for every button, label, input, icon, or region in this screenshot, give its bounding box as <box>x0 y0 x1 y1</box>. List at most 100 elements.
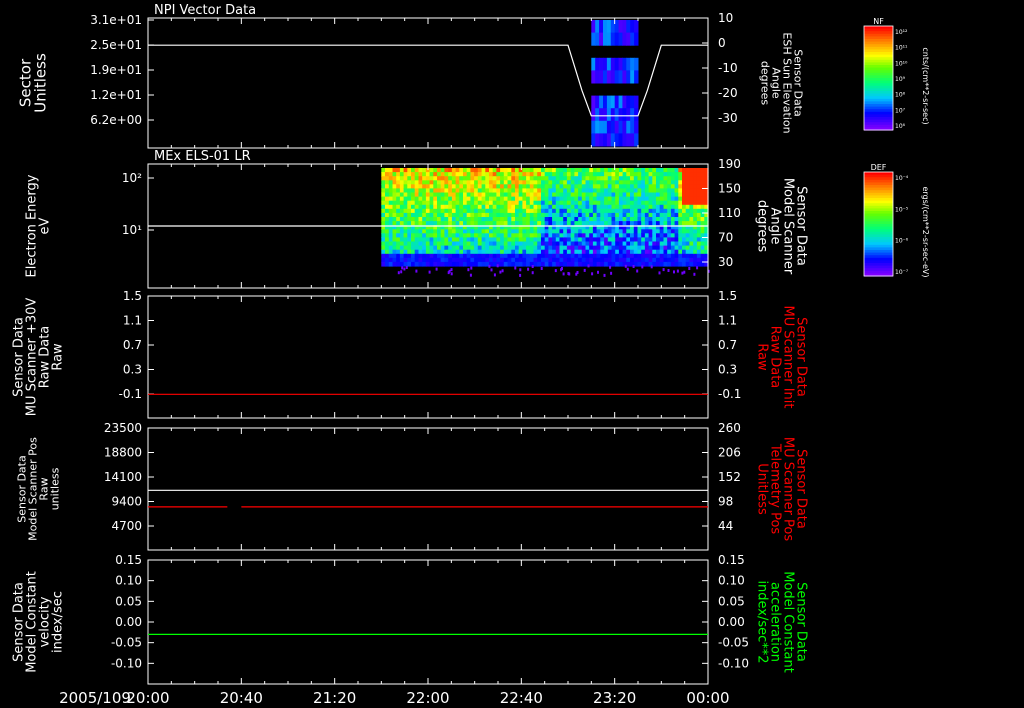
spectrogram-cell <box>422 217 427 222</box>
spectrogram-cell <box>585 192 590 198</box>
y-tick-label-right: 206 <box>718 446 741 460</box>
spectrogram-cell <box>604 200 609 206</box>
spectrogram-cell <box>674 237 679 243</box>
spectrogram-cell <box>566 233 572 238</box>
spectrogram-cell <box>678 237 683 243</box>
spectrogram-cell <box>544 188 549 194</box>
spectrogram-cell <box>696 245 702 251</box>
spectrogram-cell <box>563 200 568 206</box>
spectrogram-cell <box>437 253 442 259</box>
spectrogram-cell <box>592 241 598 247</box>
spectrogram-cell <box>696 200 702 206</box>
spectrogram-cell <box>652 200 657 206</box>
spectrogram-cell <box>526 204 531 210</box>
spectrogram-cell <box>385 261 390 267</box>
spectrogram-cell <box>407 241 412 247</box>
spectrogram-cell <box>570 184 575 189</box>
spectrogram-cell <box>570 176 575 181</box>
spectrogram-cell <box>667 172 672 177</box>
spectrogram-cell <box>566 180 572 185</box>
spectrogram-cell <box>526 257 531 263</box>
spectrogram-cell <box>648 200 653 206</box>
spectrogram-cell <box>682 249 687 255</box>
spectrogram-cell <box>622 57 627 71</box>
spectrogram-cell <box>433 241 438 247</box>
spectrogram-cell <box>548 176 553 181</box>
spectrogram-cell <box>544 168 549 173</box>
spectrogram-cell <box>489 249 494 255</box>
spectrogram-cell <box>492 168 497 173</box>
spectrogram-cell <box>581 188 587 194</box>
spectrogram-cell <box>496 233 501 238</box>
spectrogram-cell <box>693 172 698 177</box>
spectrogram-cell <box>500 233 505 238</box>
spectrogram-cell <box>541 229 546 234</box>
spectrogram-cell <box>641 200 646 206</box>
y-tick-label-right: 0.00 <box>718 615 745 629</box>
spectrogram-cell <box>388 192 394 198</box>
spectrogram-cell <box>492 204 497 210</box>
spectrogram-cell <box>693 212 698 218</box>
spectrogram-cell <box>696 241 702 247</box>
spectrogram-cell <box>381 204 386 210</box>
spectrogram-cell <box>537 257 542 263</box>
spectrogram-cell <box>425 176 431 181</box>
spectrogram-cell <box>489 172 494 177</box>
spectrogram-cell <box>544 192 549 198</box>
spectrogram-cell <box>637 245 642 251</box>
spectrogram-cell <box>581 217 587 222</box>
spectrogram-cell <box>381 221 386 226</box>
spectrogram-cell <box>503 192 509 198</box>
spectrogram-speck <box>597 270 599 274</box>
spectrogram-cell <box>596 196 601 202</box>
y-tick-label-left: -0.10 <box>111 656 142 670</box>
spectrogram-cell <box>652 253 657 259</box>
spectrogram-cell <box>425 217 431 222</box>
spectrogram-cell <box>411 172 416 177</box>
spectrogram-cell <box>503 217 509 222</box>
spectrogram-cell <box>555 257 561 263</box>
y-tick-label-left: 2.5e+01 <box>90 38 142 52</box>
spectrogram-cell <box>603 95 608 109</box>
spectrogram-cell <box>663 249 668 255</box>
spectrogram-cell <box>407 200 412 206</box>
spectrogram-cell <box>477 200 483 206</box>
spectrogram-cell <box>381 261 386 267</box>
spectrogram-cell <box>455 168 460 173</box>
spectrogram-cell <box>607 257 613 263</box>
spectrogram-cell <box>603 32 608 46</box>
spectrogram-cell <box>407 221 412 226</box>
spectrogram-cell <box>541 261 546 267</box>
y-tick-label-right: 0.05 <box>718 594 745 608</box>
spectrogram-cell <box>663 172 668 177</box>
spectrogram-cell <box>433 212 438 218</box>
spectrogram-cell <box>574 184 579 189</box>
spectrogram-cell <box>470 217 475 222</box>
spectrogram-cell <box>526 192 531 198</box>
spectrogram-cell <box>533 208 538 214</box>
colorbar-tick-label: 10⁷ <box>895 107 906 114</box>
spectrogram-cell <box>477 196 483 202</box>
spectrogram-cell <box>433 184 438 189</box>
spectrogram-cell <box>463 221 468 226</box>
spectrogram-cell <box>552 176 557 181</box>
spectrogram-cell <box>396 204 401 210</box>
spectrogram-cell <box>607 200 613 206</box>
spectrogram-cell <box>507 253 512 259</box>
spectrogram-cell <box>392 204 397 210</box>
spectrogram-cell <box>444 172 449 177</box>
spectrogram-cell <box>448 221 453 226</box>
colorbar-tick-label: 10¹² <box>895 29 908 36</box>
spectrogram-cell <box>604 192 609 198</box>
spectrogram-cell <box>448 217 453 222</box>
spectrogram-cell <box>633 249 639 255</box>
spectrogram-cell <box>529 168 535 173</box>
spectrogram-cell <box>477 221 483 226</box>
spectrogram-cell <box>678 176 683 181</box>
spectrogram-cell <box>618 32 623 46</box>
spectrogram-cell <box>548 217 553 222</box>
spectrogram-cell <box>592 253 598 259</box>
spectrogram-cell <box>399 208 405 214</box>
spectrogram-cell <box>422 261 427 267</box>
spectrogram-cell <box>422 237 427 243</box>
